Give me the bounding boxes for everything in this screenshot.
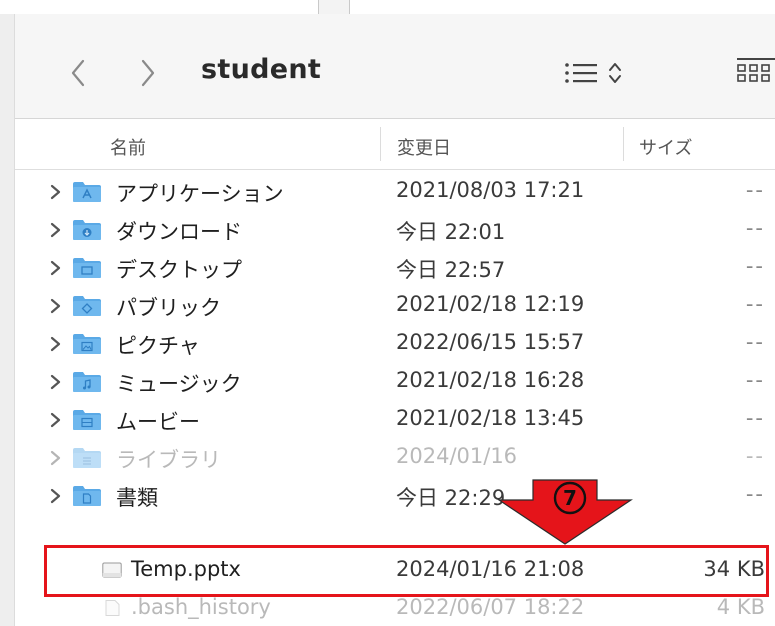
list-item[interactable]: アプリケーション 2021/08/03 17:21 --	[15, 173, 775, 211]
grid-view-button[interactable]	[737, 55, 775, 89]
file-date: 2021/08/03 17:21	[396, 178, 585, 202]
file-size: 4 KB	[716, 595, 765, 619]
chevron-left-icon	[71, 59, 85, 87]
public-folder-icon	[73, 296, 101, 316]
file-name: ムービー	[116, 410, 200, 434]
list-item[interactable]: ダウンロード 今日 22:01 --	[15, 211, 775, 249]
back-button[interactable]	[63, 56, 93, 90]
downloads-folder-icon	[73, 220, 101, 240]
file-date: 2021/02/18 16:28	[396, 368, 585, 392]
file-name: ライブラリ	[116, 448, 221, 472]
file-date: 2022/06/07 18:22	[396, 595, 585, 619]
file-name: ミュージック	[116, 372, 242, 396]
file-size: --	[745, 254, 765, 278]
movies-folder-icon	[73, 410, 101, 430]
forward-button[interactable]	[133, 56, 163, 90]
svg-text:7: 7	[563, 486, 577, 510]
list-item[interactable]: パブリック 2021/02/18 12:19 --	[15, 287, 775, 325]
finder-toolbar: student	[15, 14, 775, 119]
pictures-folder-icon	[73, 334, 101, 354]
file-date: 今日 22:29	[396, 486, 506, 510]
file-date: 2021/02/18 12:19	[396, 292, 585, 316]
list-item[interactable]: ライブラリ 2024/01/16 --	[15, 439, 775, 477]
file-size: --	[745, 482, 765, 506]
disclosure-chevron-icon[interactable]	[48, 372, 64, 392]
file-size: --	[745, 444, 765, 468]
column-header-name[interactable]: 名前	[110, 134, 146, 160]
list-item[interactable]: デスクトップ 今日 22:57 --	[15, 249, 775, 287]
highlight-box	[44, 545, 769, 597]
list-item[interactable]: ミュージック 2021/02/18 16:28 --	[15, 363, 775, 401]
sidebar-edge	[0, 14, 15, 626]
list-item[interactable]: ムービー 2021/02/18 13:45 --	[15, 401, 775, 439]
documents-folder-icon	[73, 486, 101, 506]
file-size: --	[745, 216, 765, 240]
list-view-icon	[565, 63, 621, 83]
file-size: --	[745, 330, 765, 354]
file-name: アプリケーション	[116, 182, 284, 206]
file-name: パブリック	[116, 296, 221, 320]
file-date: 今日 22:01	[396, 220, 506, 244]
column-header-date[interactable]: 変更日	[397, 134, 451, 160]
window-top-edge	[0, 0, 775, 15]
list-item[interactable]: 書類 今日 22:29 --	[15, 477, 775, 515]
disclosure-chevron-icon[interactable]	[48, 220, 64, 240]
file-name: 書類	[116, 486, 158, 510]
file-size: --	[745, 292, 765, 316]
file-icon	[105, 600, 120, 616]
file-date: 今日 22:57	[396, 258, 506, 282]
disclosure-chevron-icon[interactable]	[48, 334, 64, 354]
disclosure-chevron-icon[interactable]	[48, 182, 64, 202]
file-size: --	[745, 406, 765, 430]
file-name: .bash_history	[131, 595, 271, 619]
file-size: --	[745, 368, 765, 392]
disclosure-chevron-icon[interactable]	[48, 410, 64, 430]
folder-title: student	[201, 54, 322, 85]
file-date: 2021/02/18 13:45	[396, 406, 585, 430]
grid-view-icon	[737, 58, 775, 82]
list-view-button[interactable]	[563, 58, 633, 88]
library-folder-icon	[73, 448, 101, 468]
column-divider[interactable]	[623, 127, 624, 161]
file-name: ピクチャ	[116, 334, 200, 358]
chevron-right-icon	[141, 59, 155, 87]
column-header: 名前 変更日 サイズ	[15, 119, 775, 170]
file-date: 2022/06/15 15:57	[396, 330, 585, 354]
list-item[interactable]: ピクチャ 2022/06/15 15:57 --	[15, 325, 775, 363]
column-divider[interactable]	[380, 127, 381, 161]
disclosure-chevron-icon[interactable]	[48, 296, 64, 316]
file-name: デスクトップ	[116, 258, 242, 282]
column-header-size[interactable]: サイズ	[639, 134, 692, 160]
file-name: ダウンロード	[116, 220, 242, 244]
disclosure-chevron-icon[interactable]	[48, 448, 64, 468]
file-size: --	[745, 178, 765, 202]
disclosure-chevron-icon[interactable]	[48, 486, 64, 506]
applications-folder-icon	[73, 182, 101, 202]
step-number-badge: 7	[552, 480, 588, 516]
file-date: 2024/01/16	[396, 444, 518, 468]
music-folder-icon	[73, 372, 101, 392]
disclosure-chevron-icon[interactable]	[48, 258, 64, 278]
desktop-folder-icon	[73, 258, 101, 278]
